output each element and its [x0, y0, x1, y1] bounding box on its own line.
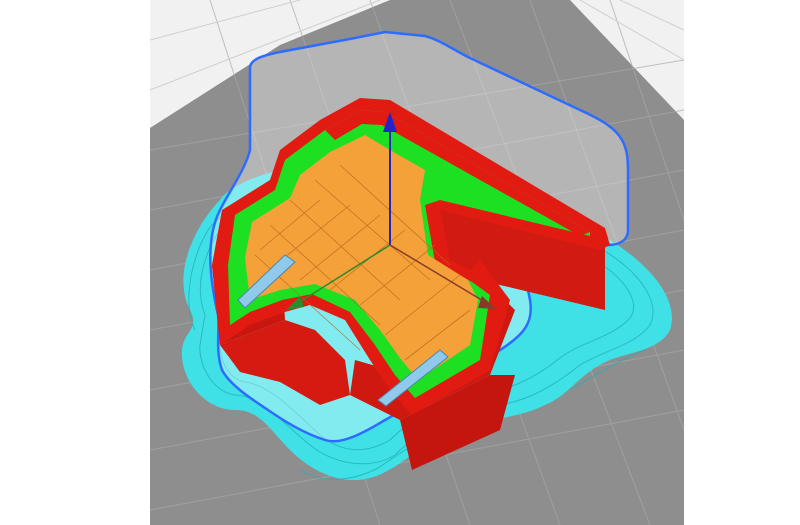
layer-preview-canvas[interactable]: [150, 0, 684, 525]
3d-viewport[interactable]: [150, 0, 684, 525]
